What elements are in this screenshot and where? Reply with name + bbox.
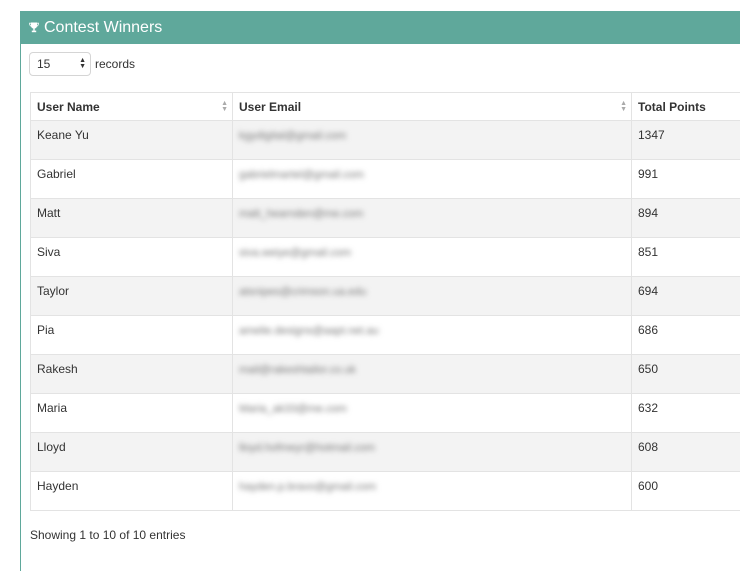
table-row: Lloyd lloyd.hofmeyr@hotmail.com 608 (31, 433, 740, 472)
column-header-label: User Email (239, 100, 301, 114)
records-per-page-value: 15 (37, 57, 50, 71)
user-email-cell: amelie.designs@aapt.net.au (233, 316, 632, 355)
column-header-label: Total Points (638, 100, 706, 114)
column-header-total-points[interactable]: Total Points (632, 93, 740, 121)
records-label: records (95, 57, 135, 71)
winners-table: User Name ▲▼ User Email ▲▼ Total Points … (30, 92, 740, 511)
user-name-cell: Matt (31, 199, 233, 238)
user-name-cell: Pia (31, 316, 233, 355)
table-row: Keane Yu kgydigital@gmail.com 1347 (31, 121, 740, 160)
table-row: Maria Maria_ak33@me.com 632 (31, 394, 740, 433)
table-row: Siva siva.weiye@gmail.com 851 (31, 238, 740, 277)
blurred-email-text: kgydigital@gmail.com (239, 130, 346, 142)
user-name-cell: Lloyd (31, 433, 233, 472)
table-info-text: Showing 1 to 10 of 10 entries (30, 528, 185, 542)
table-row: Taylor atsnipes@crimson.ua.edu 694 (31, 277, 740, 316)
user-name-cell: Rakesh (31, 355, 233, 394)
blurred-email-text: atsnipes@crimson.ua.edu (239, 286, 366, 298)
sort-icon: ▲▼ (221, 101, 228, 113)
blurred-email-text: gabrielmartel@gmail.com (239, 169, 364, 181)
table-row: Matt matt_hearnden@me.com 894 (31, 199, 740, 238)
table-row: Rakesh mail@rakeshtailor.co.uk 650 (31, 355, 740, 394)
user-email-cell: atsnipes@crimson.ua.edu (233, 277, 632, 316)
total-points-cell: 686 (632, 316, 740, 355)
column-header-user-email[interactable]: User Email ▲▼ (233, 93, 632, 121)
total-points-cell: 991 (632, 160, 740, 199)
trophy-icon (29, 21, 40, 35)
blurred-email-text: Maria_ak33@me.com (239, 403, 347, 415)
user-email-cell: Maria_ak33@me.com (233, 394, 632, 433)
user-name-cell: Taylor (31, 277, 233, 316)
total-points-cell: 694 (632, 277, 740, 316)
total-points-cell: 1347 (632, 121, 740, 160)
user-name-cell: Siva (31, 238, 233, 277)
blurred-email-text: lloyd.hofmeyr@hotmail.com (239, 442, 375, 454)
records-per-page-select[interactable]: 15 ▲▼ (29, 52, 91, 76)
total-points-cell: 650 (632, 355, 740, 394)
user-email-cell: siva.weiye@gmail.com (233, 238, 632, 277)
length-control: 15 ▲▼ records (29, 52, 135, 76)
blurred-email-text: amelie.designs@aapt.net.au (239, 325, 379, 337)
blurred-email-text: hayden.p.bravo@gmail.com (239, 481, 376, 493)
table-row: Hayden hayden.p.bravo@gmail.com 600 (31, 472, 740, 511)
user-email-cell: mail@rakeshtailor.co.uk (233, 355, 632, 394)
table-row: Gabriel gabrielmartel@gmail.com 991 (31, 160, 740, 199)
column-header-label: User Name (37, 100, 100, 114)
user-email-cell: matt_hearnden@me.com (233, 199, 632, 238)
contest-winners-panel: Contest Winners 15 ▲▼ records User Name … (20, 11, 740, 571)
table-header-row: User Name ▲▼ User Email ▲▼ Total Points (31, 93, 740, 121)
select-arrows-icon: ▲▼ (79, 58, 86, 70)
user-email-cell: lloyd.hofmeyr@hotmail.com (233, 433, 632, 472)
blurred-email-text: siva.weiye@gmail.com (239, 247, 351, 259)
table-body: Keane Yu kgydigital@gmail.com 1347 Gabriel g… (31, 121, 740, 511)
total-points-cell: 608 (632, 433, 740, 472)
user-name-cell: Maria (31, 394, 233, 433)
user-email-cell: gabrielmartel@gmail.com (233, 160, 632, 199)
user-email-cell: hayden.p.bravo@gmail.com (233, 472, 632, 511)
column-header-user-name[interactable]: User Name ▲▼ (31, 93, 233, 121)
total-points-cell: 632 (632, 394, 740, 433)
user-name-cell: Hayden (31, 472, 233, 511)
panel-header: Contest Winners (21, 11, 740, 44)
user-email-cell: kgydigital@gmail.com (233, 121, 632, 160)
total-points-cell: 894 (632, 199, 740, 238)
panel-title: Contest Winners (44, 19, 162, 37)
table-row: Pia amelie.designs@aapt.net.au 686 (31, 316, 740, 355)
sort-icon: ▲▼ (620, 101, 627, 113)
total-points-cell: 600 (632, 472, 740, 511)
blurred-email-text: mail@rakeshtailor.co.uk (239, 364, 356, 376)
user-name-cell: Keane Yu (31, 121, 233, 160)
user-name-cell: Gabriel (31, 160, 233, 199)
blurred-email-text: matt_hearnden@me.com (239, 208, 363, 220)
total-points-cell: 851 (632, 238, 740, 277)
